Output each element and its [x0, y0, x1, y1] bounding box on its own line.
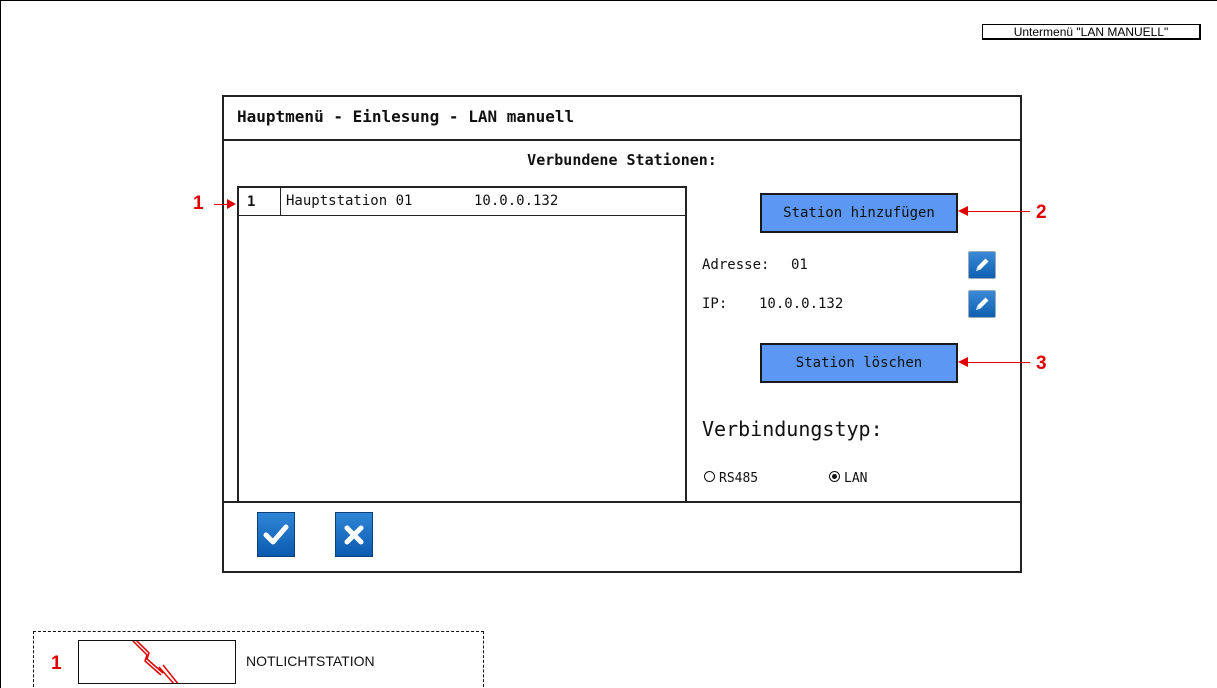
- arrow-right-icon: [227, 199, 236, 209]
- station-list-heading: Verbundene Stationen:: [527, 151, 717, 169]
- callout-number: 1: [193, 193, 204, 214]
- radio-rs485[interactable]: RS485: [704, 471, 758, 486]
- address-value: 01: [791, 257, 808, 273]
- station-list[interactable]: 1 Hauptstation 01 10.0.0.132: [237, 186, 687, 501]
- radio-lan-label: LAN: [844, 471, 868, 486]
- delete-station-button[interactable]: Station löschen: [760, 343, 958, 383]
- legend-number: 1: [51, 653, 62, 674]
- callout-line: [966, 211, 1030, 212]
- legend-symbol-box: [78, 640, 236, 684]
- ip-label: IP:: [702, 296, 728, 312]
- station-name: Hauptstation 01: [286, 193, 413, 209]
- callout-number: 3: [1036, 353, 1047, 374]
- edit-ip-button[interactable]: [968, 290, 996, 318]
- page-title: Hauptmenü - Einlesung - LAN manuell: [237, 107, 575, 126]
- device-screen: Hauptmenü - Einlesung - LAN manuell Verb…: [222, 95, 1022, 573]
- edit-address-button[interactable]: [968, 251, 996, 279]
- pencil-icon: [976, 297, 989, 310]
- callout-number: 2: [1036, 202, 1047, 223]
- callout-line: [966, 362, 1030, 363]
- divider: [224, 501, 1020, 503]
- station-number: 1: [247, 194, 256, 210]
- radio-rs485-label: RS485: [719, 471, 759, 486]
- list-item[interactable]: 1 Hauptstation 01 10.0.0.132: [239, 188, 685, 216]
- add-station-button[interactable]: Station hinzufügen: [760, 193, 958, 233]
- checkmark-icon: [263, 524, 289, 545]
- submenu-tag: Untermenü "LAN MANUELL": [982, 24, 1201, 40]
- pencil-icon: [976, 258, 989, 271]
- legend-label: NOTLICHTSTATION: [246, 653, 375, 669]
- close-icon: [344, 525, 364, 545]
- radio-empty-icon: [704, 471, 715, 482]
- title-bar: Hauptmenü - Einlesung - LAN manuell: [224, 97, 1020, 141]
- address-label: Adresse:: [702, 257, 770, 273]
- legend: 1 NOTLICHTSTATION: [33, 631, 484, 687]
- confirm-button[interactable]: [257, 512, 295, 557]
- station-ip: 10.0.0.132: [474, 193, 559, 209]
- cancel-button[interactable]: [335, 512, 373, 557]
- ip-value: 10.0.0.132: [759, 296, 844, 312]
- radio-selected-icon: [829, 471, 840, 482]
- connection-type-label: Verbindungstyp:: [702, 417, 883, 441]
- radio-lan[interactable]: LAN: [829, 471, 867, 486]
- lightning-icon: [131, 641, 179, 683]
- column-divider: [280, 188, 281, 215]
